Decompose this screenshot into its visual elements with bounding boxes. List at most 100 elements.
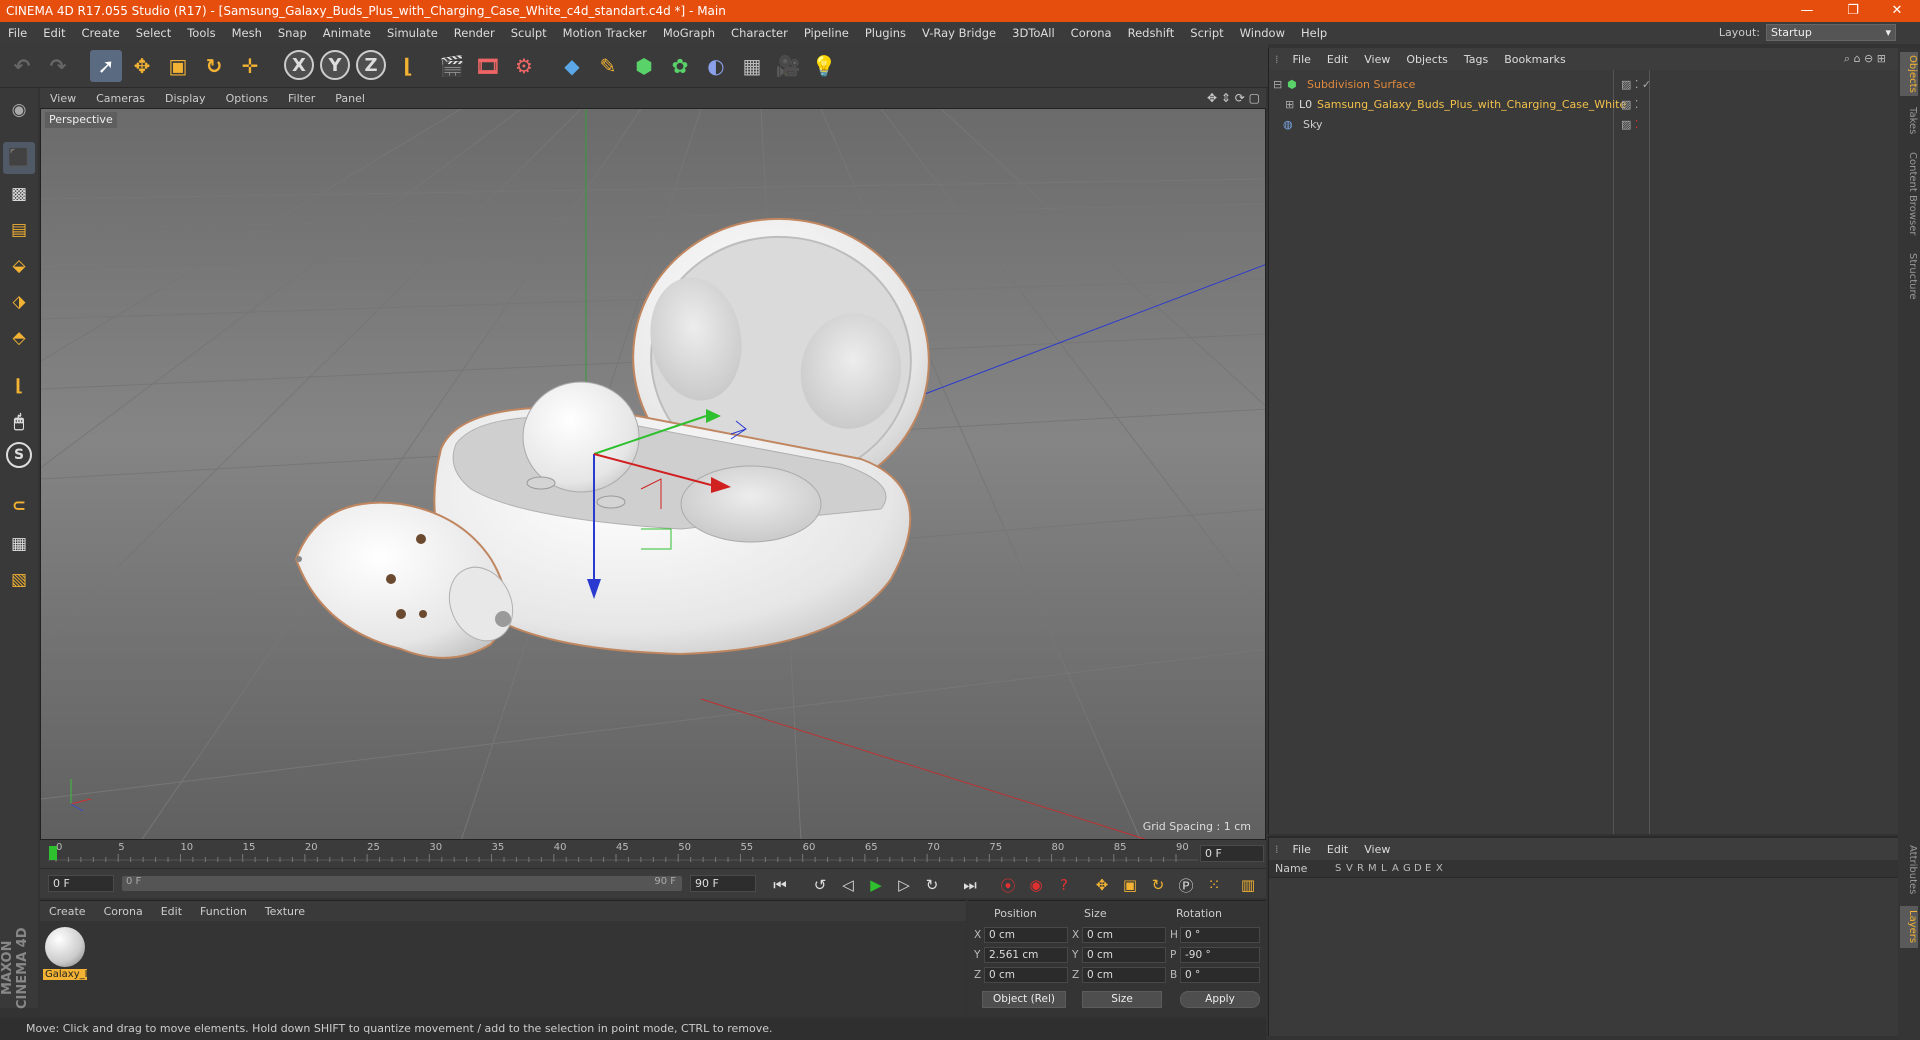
rotation-b-field[interactable]: 0 °	[1180, 967, 1260, 983]
3d-viewport[interactable]: Perspective Grid Spacing : 1 cm	[40, 108, 1266, 840]
layout-dropdown[interactable]: Startup	[1766, 24, 1896, 41]
menu-tools[interactable]: Tools	[179, 26, 223, 40]
object-menu-view[interactable]: View	[1356, 53, 1398, 66]
start-frame-field[interactable]: 0 F	[48, 875, 114, 892]
viewport-nav-icons[interactable]: ✥ ⇕ ⟳ ▢	[1207, 91, 1260, 105]
key-rotation-icon[interactable]: ↻	[1146, 874, 1170, 896]
menu-script[interactable]: Script	[1182, 26, 1231, 40]
multi-tool-icon[interactable]: ✛	[234, 50, 266, 82]
solo-mode-icon[interactable]: ▧	[3, 564, 35, 596]
flag-x[interactable]: X	[1436, 863, 1447, 874]
texture-mode-icon[interactable]: ▩	[3, 178, 35, 210]
size-y-field[interactable]: 0 cm	[1082, 947, 1166, 963]
menu-vray-bridge[interactable]: V-Ray Bridge	[914, 26, 1004, 40]
camera-icon[interactable]: 🎥	[772, 50, 804, 82]
go-to-start-icon[interactable]: ⏮	[768, 874, 792, 896]
flag-v[interactable]: V	[1346, 863, 1357, 874]
flag-m[interactable]: M	[1368, 863, 1381, 874]
menu-edit[interactable]: Edit	[35, 26, 73, 40]
object-menu-tags[interactable]: Tags	[1456, 53, 1496, 66]
expand-toggle-icon[interactable]: ⊞	[1269, 98, 1294, 111]
menu-corona[interactable]: Corona	[1063, 26, 1120, 40]
magnet-icon[interactable]: ⊂	[3, 490, 35, 522]
flag-g[interactable]: G	[1403, 863, 1414, 874]
cube-object-icon[interactable]: ◆	[556, 50, 588, 82]
deformer-icon[interactable]: ◐	[700, 50, 732, 82]
object-manager-search-icon[interactable]: ⌕ ⌂ ⊖ ⊞	[1844, 52, 1886, 66]
points-mode-icon[interactable]: ⬙	[3, 250, 35, 282]
menu-motion-tracker[interactable]: Motion Tracker	[555, 26, 655, 40]
auto-keying-icon[interactable]: ◉	[1024, 874, 1048, 896]
tab-attributes[interactable]: Attributes	[1900, 840, 1918, 900]
cloner-icon[interactable]: ✿	[664, 50, 696, 82]
size-mode-dropdown[interactable]: Size	[1082, 991, 1162, 1008]
snap-icon[interactable]: S	[6, 442, 32, 468]
visibility-toggle-icon[interactable]: ▨ ⁚ ✓	[1621, 78, 1651, 91]
material-menu-create[interactable]: Create	[40, 905, 95, 918]
flag-s[interactable]: S	[1335, 863, 1346, 874]
object-menu-bookmarks[interactable]: Bookmarks	[1496, 53, 1573, 66]
subdivision-surface-icon[interactable]: ⬢	[628, 50, 660, 82]
menu-window[interactable]: Window	[1232, 26, 1293, 40]
selection-tool-icon[interactable]: ➚	[90, 50, 122, 82]
menu-character[interactable]: Character	[723, 26, 796, 40]
object-menu-file[interactable]: File	[1285, 53, 1319, 66]
flag-e[interactable]: E	[1425, 863, 1436, 874]
menu-mograph[interactable]: MoGraph	[655, 26, 723, 40]
attr-menu-file[interactable]: File	[1285, 843, 1319, 856]
tab-takes[interactable]: Takes	[1900, 104, 1918, 138]
menu-mesh[interactable]: Mesh	[224, 26, 270, 40]
previous-frame-icon[interactable]: ◁	[836, 874, 860, 896]
menu-redshift[interactable]: Redshift	[1120, 26, 1183, 40]
viewport-menu-filter[interactable]: Filter	[278, 92, 325, 105]
key-scale-icon[interactable]: ▣	[1118, 874, 1142, 896]
play-icon[interactable]: ▶	[864, 874, 888, 896]
menu-sculpt[interactable]: Sculpt	[503, 26, 555, 40]
render-view-icon[interactable]: 🎬	[436, 50, 468, 82]
axis-mode-icon[interactable]: ⌊	[3, 370, 35, 402]
menu-pipeline[interactable]: Pipeline	[796, 26, 857, 40]
viewport-menu-view[interactable]: View	[40, 92, 86, 105]
move-tool-icon[interactable]: ✥	[126, 50, 158, 82]
model-mode-icon[interactable]: ⬛	[3, 142, 35, 174]
pen-spline-icon[interactable]: ✎	[592, 50, 624, 82]
menu-plugins[interactable]: Plugins	[857, 26, 914, 40]
attr-menu-view[interactable]: View	[1356, 843, 1398, 856]
lock-x-axis-button[interactable]: X	[284, 50, 314, 80]
record-keys-icon[interactable]: ⦿	[996, 874, 1020, 896]
object-row-galaxy-buds[interactable]: ⊞ L0 Samsung_Galaxy_Buds_Plus_with_Charg…	[1269, 94, 1877, 114]
position-x-field[interactable]: 0 cm	[984, 927, 1068, 943]
tab-layers[interactable]: Layers	[1900, 906, 1918, 948]
minimize-button[interactable]: —	[1784, 0, 1830, 22]
menu-select[interactable]: Select	[128, 26, 179, 40]
flag-l[interactable]: L	[1381, 863, 1392, 874]
viewport-menu-options[interactable]: Options	[216, 92, 278, 105]
edges-mode-icon[interactable]: ⬗	[3, 286, 35, 318]
end-frame-field[interactable]: 90 F	[690, 875, 756, 892]
name-column-header[interactable]: Name	[1275, 862, 1335, 875]
key-position-icon[interactable]: ✥	[1090, 874, 1114, 896]
key-point-level-icon[interactable]: ⁙	[1202, 874, 1226, 896]
scale-tool-icon[interactable]: ▣	[162, 50, 194, 82]
tab-content-browser[interactable]: Content Browser	[1900, 144, 1918, 244]
rotation-h-field[interactable]: 0 °	[1180, 927, 1260, 943]
viewport-menu-display[interactable]: Display	[155, 92, 216, 105]
attr-menu-edit[interactable]: Edit	[1319, 843, 1356, 856]
coordinate-system-icon[interactable]: ⌊	[392, 50, 424, 82]
previous-key-icon[interactable]: ↺	[808, 874, 832, 896]
rotation-p-field[interactable]: -90 °	[1180, 947, 1260, 963]
redo-icon[interactable]: ↷	[42, 50, 74, 82]
position-y-field[interactable]: 2.561 cm	[984, 947, 1068, 963]
material-menu-function[interactable]: Function	[191, 905, 256, 918]
timeline-window-icon[interactable]: ▥	[1236, 874, 1260, 896]
material-menu-edit[interactable]: Edit	[152, 905, 191, 918]
collapse-toggle-icon[interactable]: ⊟	[1269, 78, 1282, 91]
menu-help[interactable]: Help	[1293, 26, 1335, 40]
timeline-ruler[interactable]: 0 5 10 15 20 25 30 35 40 45 50 55 60 65 70 75 80 85 90 0 F	[40, 840, 1266, 868]
layer-toggle-icon[interactable]: ▨ ⁚	[1621, 98, 1638, 111]
lock-y-axis-button[interactable]: Y	[320, 50, 350, 80]
tab-objects[interactable]: Objects	[1900, 52, 1918, 96]
polygons-mode-icon[interactable]: ⬘	[3, 322, 35, 354]
go-to-end-icon[interactable]: ⏭	[958, 874, 982, 896]
timeline-playhead[interactable]	[49, 846, 57, 860]
